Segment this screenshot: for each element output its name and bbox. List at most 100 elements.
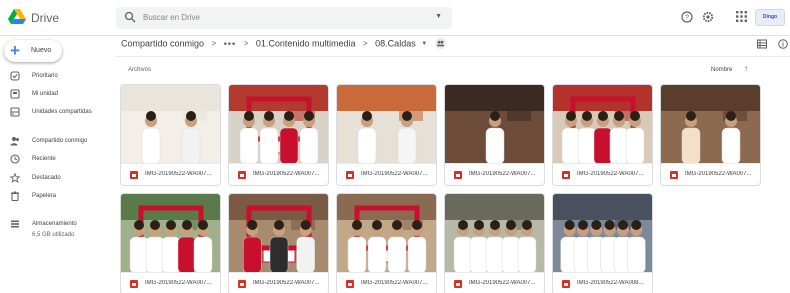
file-card[interactable]: IMG-20190522-WA007... [336, 193, 437, 293]
app-title[interactable]: Drive [31, 11, 59, 25]
file-caption[interactable]: IMG-20190522-WA007... [445, 163, 544, 185]
list-view-icon[interactable] [757, 39, 767, 49]
file-card[interactable]: IMG-20190522-WA007... [552, 84, 653, 186]
photo-thumbnail[interactable] [661, 85, 760, 163]
sidebar-item-label: Reciente [32, 156, 56, 162]
shared-drives-icon [10, 107, 20, 117]
file-caption[interactable]: IMG-20190522-WA008... [553, 272, 652, 293]
photo-thumbnail[interactable] [553, 85, 652, 163]
section-title: Archivos [128, 67, 152, 73]
photo-image [337, 194, 436, 272]
file-card[interactable]: IMG-20190522-WA007... [444, 193, 545, 293]
file-card[interactable]: IMG-20190522-WA007... [228, 84, 329, 186]
file-card[interactable]: IMG-20190522-WA007... [444, 84, 545, 186]
file-name: IMG-20190522-WA008... [577, 280, 644, 286]
search-icon[interactable] [124, 11, 136, 23]
chevron-right-icon: > [243, 39, 249, 49]
sidebar-item-label: Almacenamiento [32, 221, 77, 227]
file-caption[interactable]: IMG-20190522-WA007... [337, 163, 436, 185]
breadcrumb: Compartido conmigo > ••• > 01.Contenido … [121, 38, 446, 52]
file-caption[interactable]: IMG-20190522-WA007... [229, 272, 328, 293]
photo-thumbnail[interactable] [121, 85, 220, 163]
sidebar-item-label: Prioritario [32, 73, 58, 79]
sidebar-item-label: Mi unidad [32, 91, 59, 97]
photo-image [337, 85, 436, 163]
photo-thumbnail[interactable] [445, 194, 544, 272]
breadcrumb-parent[interactable]: 01.Contenido multimedia [256, 39, 356, 49]
photo-thumbnail[interactable] [553, 194, 652, 272]
sidebar-item-compartido-conmigo[interactable]: Compartido conmigo [0, 133, 115, 151]
photo-image [229, 85, 328, 163]
drive-logo-icon[interactable] [8, 9, 26, 25]
sidebar-item-reciente[interactable]: Reciente [0, 151, 115, 169]
file-card[interactable]: IMG-20190522-WA008... [552, 193, 653, 293]
photo-image [553, 85, 652, 163]
file-name: IMG-20190522-WA007... [685, 171, 752, 177]
account-brand-badge[interactable]: Dingo [755, 9, 785, 26]
photo-thumbnail[interactable] [445, 85, 544, 163]
storage-icon [11, 220, 19, 228]
check-circle-icon [10, 71, 20, 81]
file-card[interactable]: IMG-20190522-WA007... [120, 193, 221, 293]
file-card[interactable]: IMG-20190522-WA007... [660, 84, 761, 186]
image-file-icon [130, 171, 138, 179]
sidebar-item-mi-unidad[interactable]: Mi unidad [0, 86, 115, 104]
photo-image [553, 194, 652, 272]
file-caption[interactable]: IMG-20190522-WA007... [337, 272, 436, 293]
photo-thumbnail[interactable] [337, 194, 436, 272]
sidebar-item-label: Destacado [32, 175, 61, 181]
new-button[interactable]: + Nuevo [4, 40, 62, 62]
shared-folder-icon[interactable] [434, 38, 446, 50]
image-file-icon [238, 280, 246, 288]
apps-grid-icon[interactable] [736, 11, 747, 22]
photo-thumbnail[interactable] [229, 85, 328, 163]
file-card[interactable]: IMG-20190522-WA007... [228, 193, 329, 293]
people-icon [10, 137, 19, 146]
file-card[interactable]: IMG-20190522-WA007... [336, 84, 437, 186]
breadcrumb-root[interactable]: Compartido conmigo [121, 39, 204, 49]
sidebar-item-prioritario[interactable]: Prioritario [0, 68, 115, 86]
file-name: IMG-20190522-WA007... [469, 280, 536, 286]
drive-folder-icon [10, 89, 20, 99]
photo-image [445, 85, 544, 163]
sidebar-item-papelera[interactable]: Papelera [0, 188, 115, 206]
arrow-up-icon[interactable]: ↑ [744, 64, 748, 73]
file-caption[interactable]: IMG-20190522-WA007... [121, 163, 220, 185]
file-caption[interactable]: IMG-20190522-WA007... [121, 272, 220, 293]
file-caption[interactable]: IMG-20190522-WA007... [229, 163, 328, 185]
file-caption[interactable]: IMG-20190522-WA007... [553, 163, 652, 185]
file-caption[interactable]: IMG-20190522-WA007... [445, 272, 544, 293]
photo-thumbnail[interactable] [229, 194, 328, 272]
help-icon[interactable]: ? [681, 11, 693, 23]
file-name: IMG-20190522-WA007... [145, 171, 212, 177]
photo-image [445, 194, 544, 272]
breadcrumb-more[interactable]: ••• [224, 39, 236, 49]
info-icon[interactable] [778, 39, 788, 49]
storage-used-text: 6,5 GB utilizado [32, 232, 75, 238]
photo-thumbnail[interactable] [337, 85, 436, 163]
image-file-icon [454, 171, 462, 179]
settings-gear-icon[interactable] [702, 11, 714, 23]
photo-thumbnail[interactable] [121, 194, 220, 272]
file-name: IMG-20190522-WA007... [469, 171, 536, 177]
star-icon [10, 173, 20, 183]
sidebar-item-label: Compartido conmigo [32, 138, 88, 144]
image-file-icon [238, 171, 246, 179]
file-name: IMG-20190522-WA007... [145, 280, 212, 286]
search-bar[interactable]: Buscar en Drive ▼ [116, 7, 452, 29]
photo-image [121, 85, 220, 163]
svg-text:?: ? [685, 15, 689, 22]
chevron-down-icon[interactable]: ▼ [421, 41, 427, 47]
trash-icon [11, 191, 19, 201]
image-file-icon [670, 171, 678, 179]
sidebar-item-destacado[interactable]: Destacado [0, 170, 115, 188]
file-card[interactable]: IMG-20190522-WA007... [120, 84, 221, 186]
file-name: IMG-20190522-WA007... [361, 280, 428, 286]
file-caption[interactable]: IMG-20190522-WA007... [661, 163, 760, 185]
search-input[interactable]: Buscar en Drive [143, 13, 200, 22]
sidebar-item-unidades-compartidas[interactable]: Unidades compartidas [0, 104, 115, 122]
search-options-icon[interactable]: ▼ [435, 13, 442, 20]
breadcrumb-current[interactable]: 08.Caldas [375, 39, 416, 49]
sort-button[interactable]: Nombre [711, 67, 732, 73]
image-file-icon [454, 280, 462, 288]
